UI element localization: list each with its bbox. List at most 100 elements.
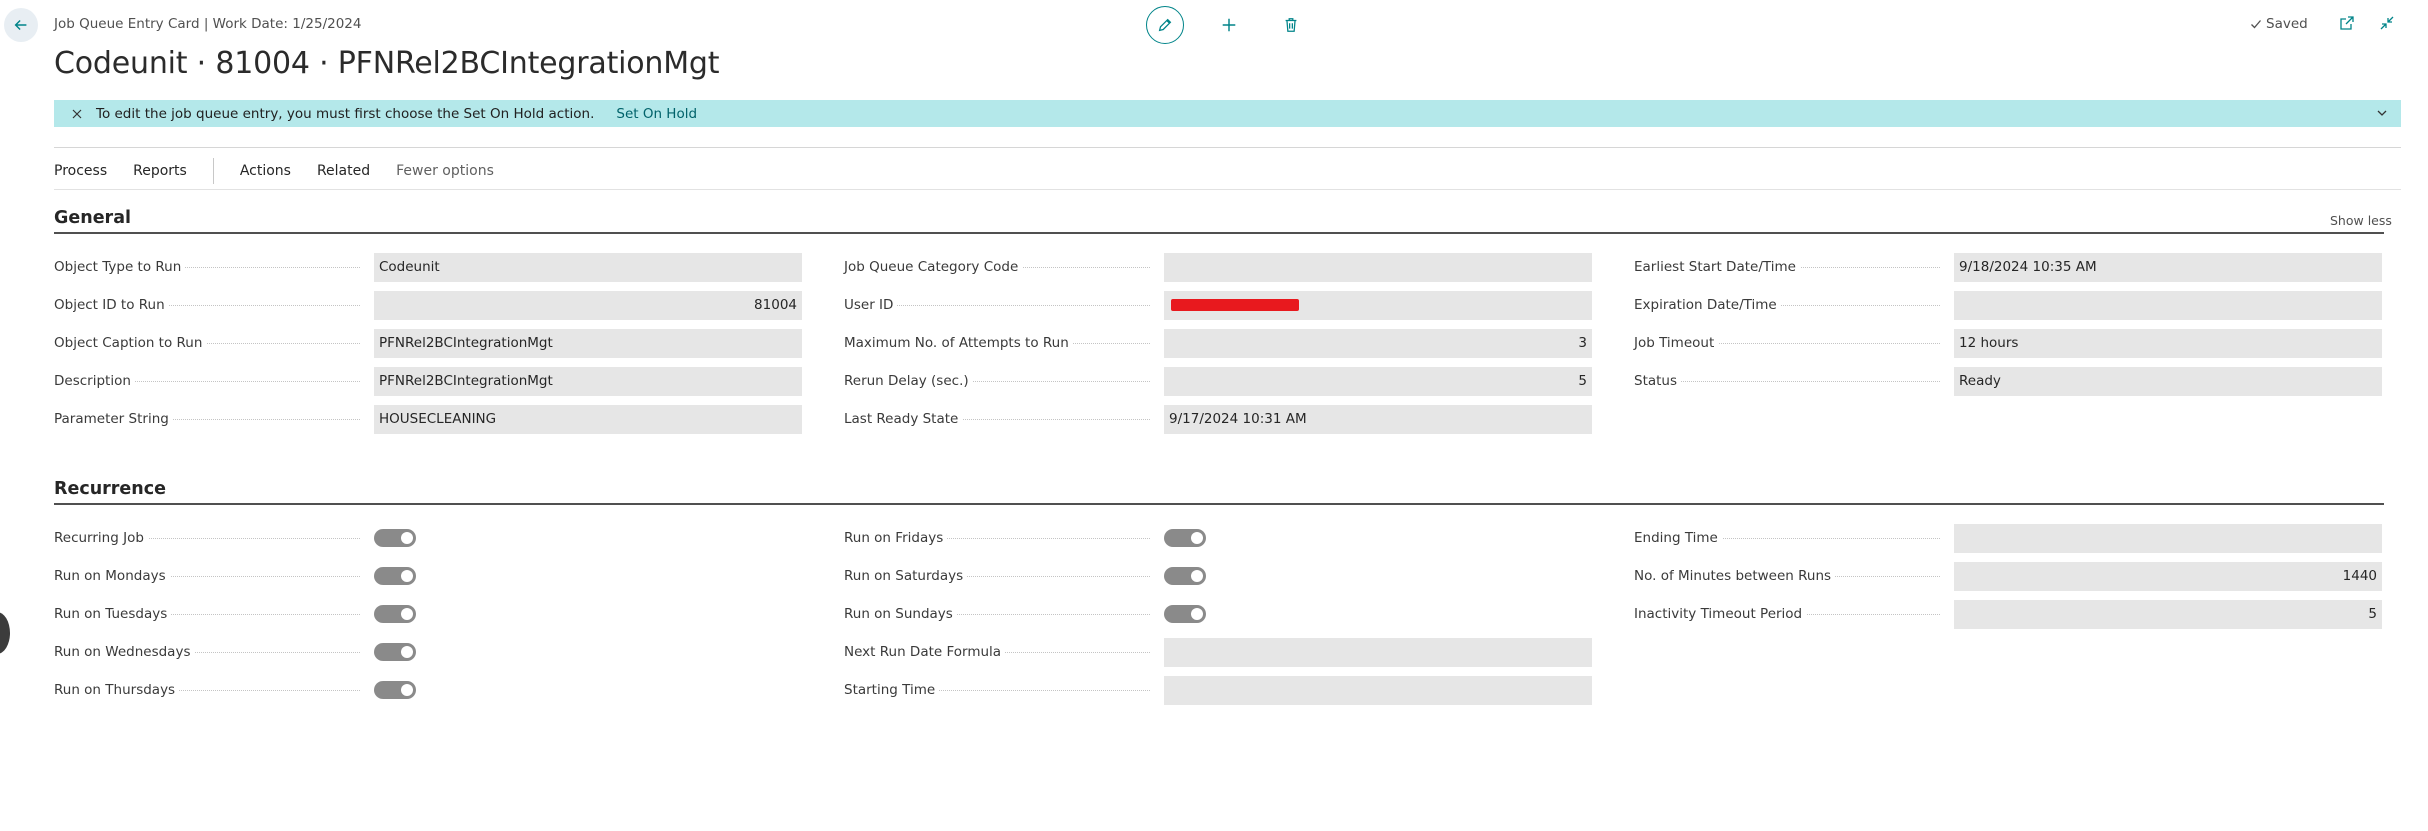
description-input[interactable]: PFNRel2BCIntegrationMgt xyxy=(374,366,802,396)
run-wednesdays-toggle[interactable] xyxy=(374,643,416,661)
parameter-string-input[interactable]: HOUSECLEANING xyxy=(374,404,802,434)
field-earliest-start: Earliest Start Date/Time 9/18/2024 10:35… xyxy=(1634,252,2382,282)
arrow-left-icon xyxy=(14,19,27,31)
plus-icon xyxy=(1222,18,1236,32)
field-recurring-job: Recurring Job xyxy=(54,523,802,553)
earliest-start-input[interactable]: 9/18/2024 10:35 AM xyxy=(1954,252,2382,282)
field-run-wednesdays: Run on Wednesdays xyxy=(54,637,802,667)
max-attempts-input[interactable]: 3 xyxy=(1164,328,1592,358)
dismiss-notification-button[interactable] xyxy=(68,105,86,123)
expiration-input[interactable] xyxy=(1954,290,2382,320)
field-label: Earliest Start Date/Time xyxy=(1634,259,1800,275)
field-next-run-formula: Next Run Date Formula xyxy=(844,637,1592,667)
section-divider xyxy=(54,503,2384,505)
side-panel-handle[interactable] xyxy=(0,612,10,654)
object-type-input[interactable]: Codeunit xyxy=(374,252,802,282)
ending-time-input[interactable] xyxy=(1954,523,2382,553)
next-run-formula-input[interactable] xyxy=(1164,637,1592,667)
saved-label: Saved xyxy=(2266,16,2308,32)
set-on-hold-link[interactable]: Set On Hold xyxy=(616,106,697,122)
field-label: Run on Thursdays xyxy=(54,682,180,698)
user-id-input[interactable] xyxy=(1164,290,1592,320)
field-expiration: Expiration Date/Time xyxy=(1634,290,2382,320)
actions-menu[interactable]: Actions xyxy=(240,163,291,179)
job-timeout-input[interactable]: 12 hours xyxy=(1954,328,2382,358)
field-label: Status xyxy=(1634,373,1682,389)
field-label: Job Queue Category Code xyxy=(844,259,1023,275)
field-run-thursdays: Run on Thursdays xyxy=(54,675,802,705)
edit-button[interactable] xyxy=(1146,6,1184,44)
recurring-job-toggle[interactable] xyxy=(374,529,416,547)
delete-button[interactable] xyxy=(1274,8,1308,42)
redacted-value xyxy=(1171,299,1299,311)
job-queue-category-input[interactable] xyxy=(1164,252,1592,282)
status-input[interactable]: Ready xyxy=(1954,366,2382,396)
action-bar: Process Reports Actions Related Fewer op… xyxy=(54,158,520,184)
field-label: Next Run Date Formula xyxy=(844,644,1006,660)
field-ending-time: Ending Time xyxy=(1634,523,2382,553)
show-less-button[interactable]: Show less xyxy=(2330,213,2392,228)
field-description: Description PFNRel2BCIntegrationMgt xyxy=(54,366,802,396)
reports-menu[interactable]: Reports xyxy=(133,163,187,179)
field-label: Run on Wednesdays xyxy=(54,644,195,660)
trash-icon xyxy=(1285,18,1297,32)
last-ready-state-input[interactable]: 9/17/2024 10:31 AM xyxy=(1164,404,1592,434)
close-icon xyxy=(72,109,82,118)
object-caption-input[interactable]: PFNRel2BCIntegrationMgt xyxy=(374,328,802,358)
field-status: Status Ready xyxy=(1634,366,2382,396)
recurrence-section-title[interactable]: Recurrence xyxy=(54,479,166,499)
field-parameter-string: Parameter String HOUSECLEANING xyxy=(54,404,802,434)
action-separator xyxy=(212,158,214,184)
field-minutes-between-runs: No. of Minutes between Runs 1440 xyxy=(1634,561,2382,591)
field-label: Starting Time xyxy=(844,682,940,698)
open-in-new-window-icon xyxy=(2340,16,2354,30)
fewer-options-button[interactable]: Fewer options xyxy=(396,163,494,179)
collapse-button[interactable] xyxy=(2374,10,2400,36)
run-sundays-toggle[interactable] xyxy=(1164,605,1206,623)
open-new-window-button[interactable] xyxy=(2334,10,2360,36)
inactivity-timeout-input[interactable]: 5 xyxy=(1954,599,2382,629)
run-mondays-toggle[interactable] xyxy=(374,567,416,585)
window-actions xyxy=(2334,10,2400,36)
pencil-icon xyxy=(1158,18,1172,32)
field-label: Expiration Date/Time xyxy=(1634,297,1781,313)
field-rerun-delay: Rerun Delay (sec.) 5 xyxy=(844,366,1592,396)
field-last-ready-state: Last Ready State 9/17/2024 10:31 AM xyxy=(844,404,1592,434)
field-run-tuesdays: Run on Tuesdays xyxy=(54,599,802,629)
saved-status: Saved xyxy=(2250,16,2308,32)
field-label: Run on Mondays xyxy=(54,568,170,584)
starting-time-input[interactable] xyxy=(1164,675,1592,705)
field-user-id: User ID xyxy=(844,290,1592,320)
field-run-mondays: Run on Mondays xyxy=(54,561,802,591)
rerun-delay-input[interactable]: 5 xyxy=(1164,366,1592,396)
run-thursdays-toggle[interactable] xyxy=(374,681,416,699)
field-label: Run on Sundays xyxy=(844,606,957,622)
field-job-queue-category: Job Queue Category Code xyxy=(844,252,1592,282)
breadcrumb: Job Queue Entry Card | Work Date: 1/25/2… xyxy=(54,16,362,32)
notification-bar: To edit the job queue entry, you must fi… xyxy=(54,100,2401,127)
field-label: User ID xyxy=(844,297,898,313)
run-fridays-toggle[interactable] xyxy=(1164,529,1206,547)
field-label: Object Caption to Run xyxy=(54,335,207,351)
field-max-attempts: Maximum No. of Attempts to Run 3 xyxy=(844,328,1592,358)
field-label: Recurring Job xyxy=(54,530,148,546)
section-divider xyxy=(54,232,2384,234)
field-label: Object Type to Run xyxy=(54,259,186,275)
related-menu[interactable]: Related xyxy=(317,163,370,179)
process-menu[interactable]: Process xyxy=(54,163,107,179)
notification-message: To edit the job queue entry, you must fi… xyxy=(96,105,595,122)
run-saturdays-toggle[interactable] xyxy=(1164,567,1206,585)
field-run-saturdays: Run on Saturdays xyxy=(844,561,1592,591)
field-label: Run on Fridays xyxy=(844,530,948,546)
field-label: Inactivity Timeout Period xyxy=(1634,606,1807,622)
chevron-down-icon[interactable] xyxy=(2375,106,2389,120)
general-section-title[interactable]: General xyxy=(54,208,131,228)
checkmark-icon xyxy=(2251,20,2261,29)
field-label: No. of Minutes between Runs xyxy=(1634,568,1836,584)
back-button[interactable] xyxy=(4,8,38,42)
run-tuesdays-toggle[interactable] xyxy=(374,605,416,623)
new-button[interactable] xyxy=(1212,8,1246,42)
minutes-between-runs-input[interactable]: 1440 xyxy=(1954,561,2382,591)
object-id-input[interactable]: 81004 xyxy=(374,290,802,320)
field-label: Ending Time xyxy=(1634,530,1722,546)
